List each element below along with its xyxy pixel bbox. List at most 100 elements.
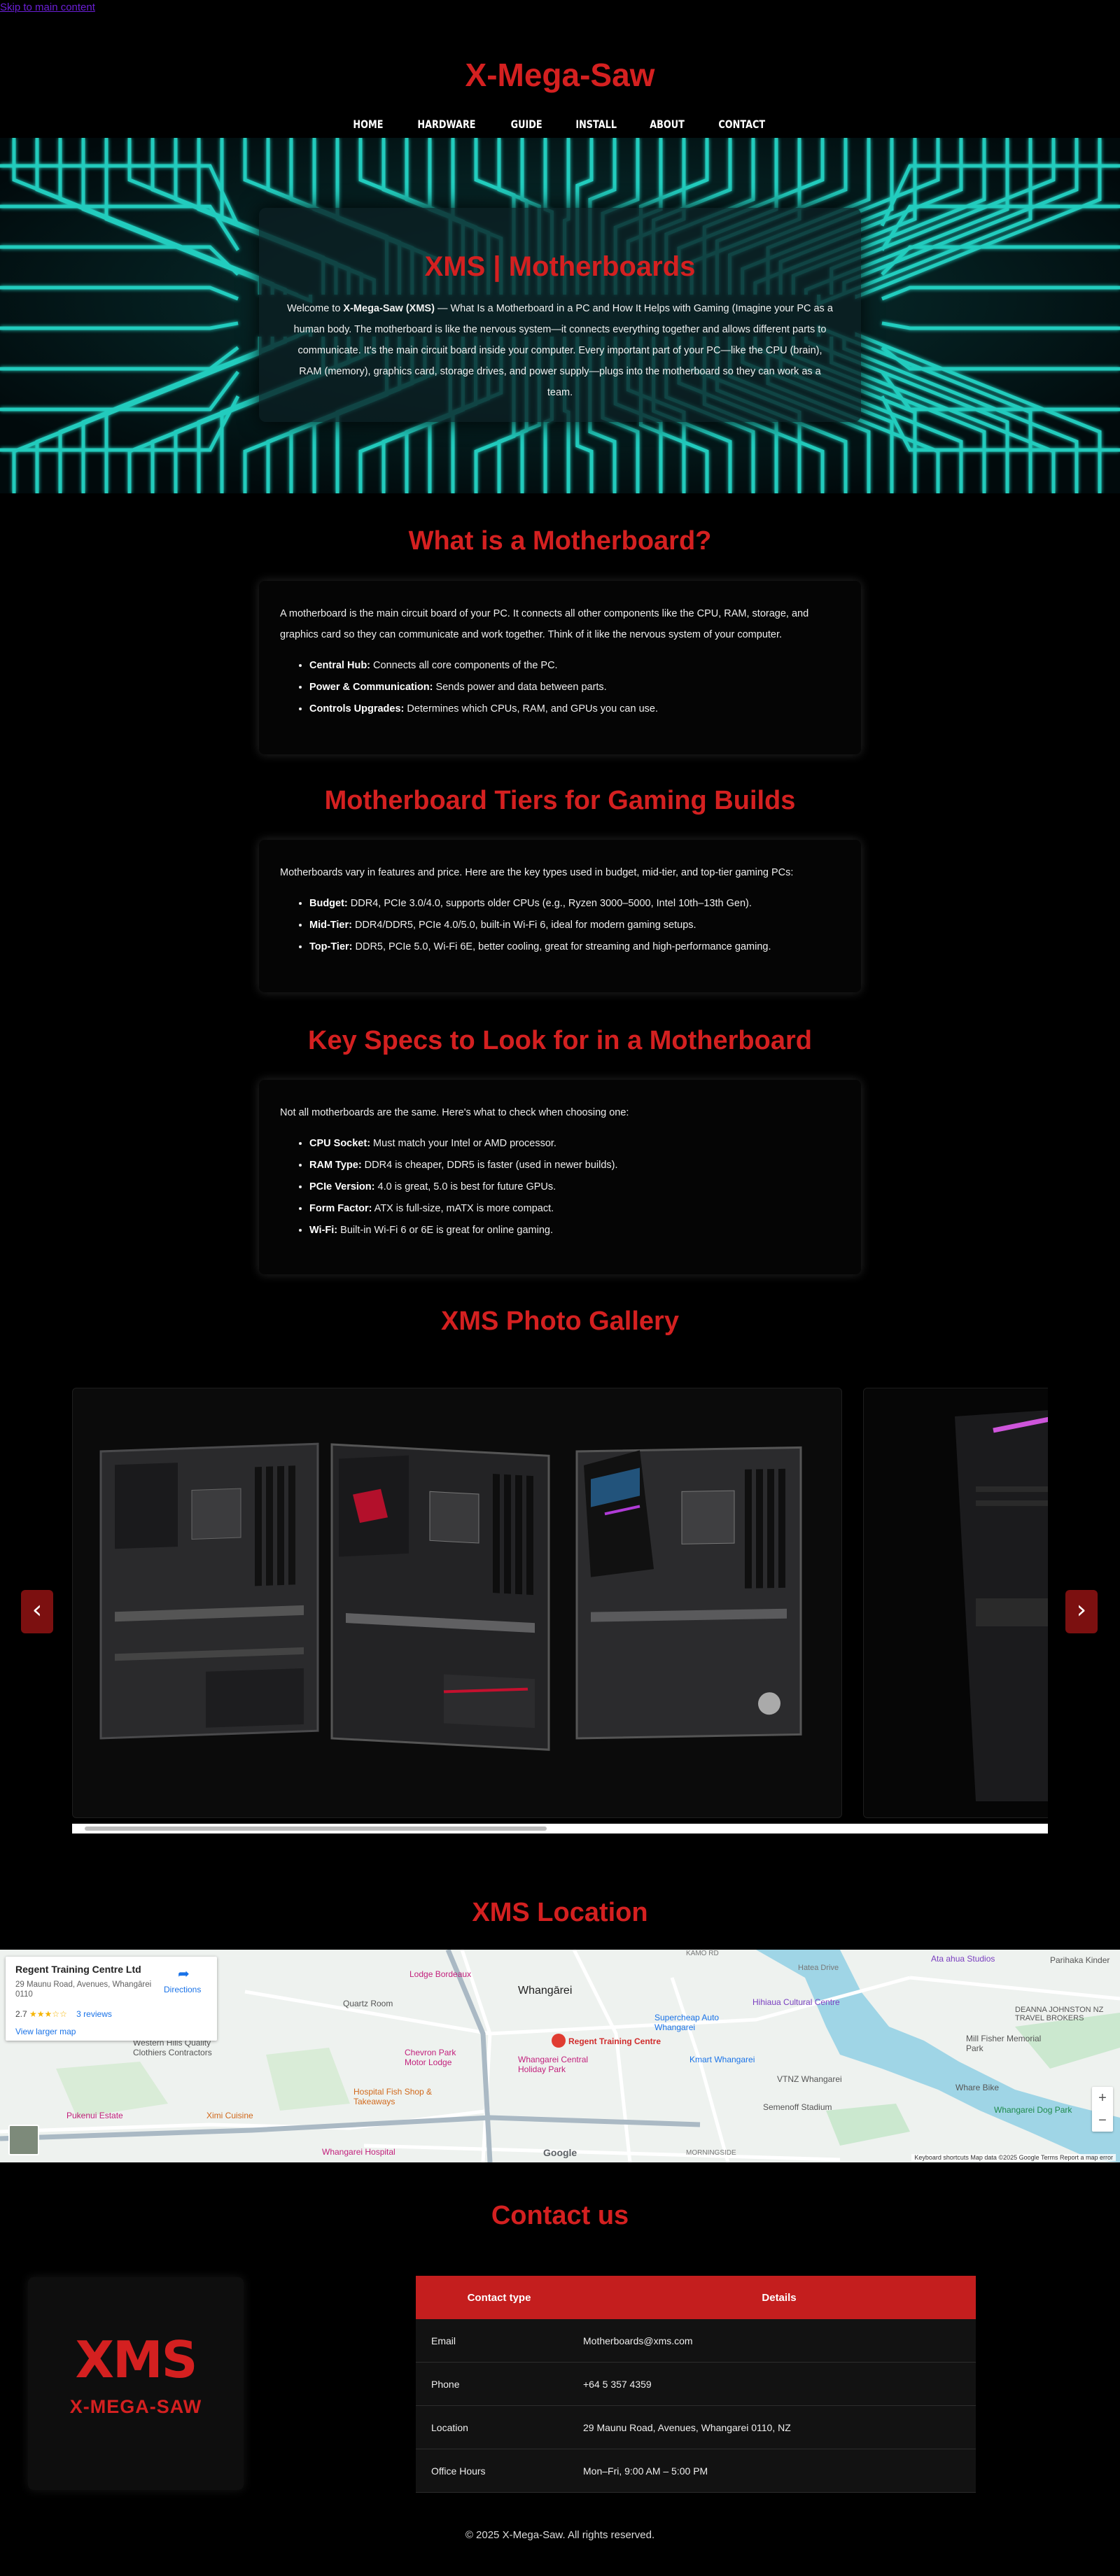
satellite-toggle[interactable] xyxy=(8,2125,39,2155)
map-label: Whangarei Dog Park xyxy=(994,2105,1072,2115)
list-item: Form Factor: ATX is full-size, mATX is m… xyxy=(309,1198,840,1220)
directions-link[interactable]: Directions xyxy=(164,1985,201,1994)
logo-panel: XMS X-MEGA-SAW xyxy=(28,2277,244,2490)
table-row: Location 29 Maunu Road, Avenues, Whangare… xyxy=(416,2405,976,2449)
section-specs-card: Not all motherboards are the same. Here'… xyxy=(259,1080,861,1274)
place-rating: 2.7 ★★★☆☆ 3 reviews xyxy=(15,2009,112,2019)
map-label: Chevron Park Motor Lodge xyxy=(405,2048,456,2067)
list-item: Power & Communication: Sends power and d… xyxy=(309,677,840,698)
contact-detail: 29 Maunu Road, Avenues, Whangarei 0110, … xyxy=(582,2405,976,2449)
section-what-title: What is a Motherboard? xyxy=(408,526,712,556)
section-tiers-list: Budget: DDR4, PCIe 3.0/4.0, supports old… xyxy=(280,893,840,958)
hero-banner: XMS | Motherboards Welcome to X-Mega-Saw… xyxy=(0,138,1120,493)
section-specs-text: Not all motherboards are the same. Here'… xyxy=(280,1107,629,1118)
section-what-list: Central Hub: Connects all core component… xyxy=(280,655,840,720)
google-logo: Google xyxy=(543,2147,578,2158)
list-item: Controls Upgrades: Determines which CPUs… xyxy=(309,698,840,720)
larger-map-link[interactable]: View larger map xyxy=(15,2027,76,2036)
photo-gallery[interactable] xyxy=(72,1388,1048,1825)
map-label: Hihiaua Cultural Centre xyxy=(752,1997,840,2007)
contact-table: Contact type Details Email Motherboards@x… xyxy=(416,2276,976,2493)
section-what-card: A motherboard is the main circuit board … xyxy=(259,581,861,754)
section-what-text: A motherboard is the main circuit board … xyxy=(280,608,809,640)
zoom-controls: + − xyxy=(1092,2087,1113,2132)
list-item: Wi-Fi: Built-in Wi-Fi 6 or 6E is great f… xyxy=(309,1220,840,1241)
site-title: X-Mega-Saw xyxy=(465,57,655,93)
hero-title: XMS | Motherboards xyxy=(424,251,696,282)
scrollbar-thumb[interactable] xyxy=(85,1827,547,1831)
map-label: Whangarei Central Holiday Park xyxy=(518,2055,589,2074)
section-specs-title: Key Specs to Look for in a Motherboard xyxy=(308,1026,812,1055)
map-label: Supercheap Auto Whangarei xyxy=(654,2013,720,2032)
footer-copyright: © 2025 X-Mega-Saw. All rights reserved. xyxy=(465,2529,655,2541)
gallery-title: XMS Photo Gallery xyxy=(441,1307,679,1336)
map-label-city: Whangārei xyxy=(518,1985,573,1997)
nav-install[interactable]: INSTALL xyxy=(575,118,617,131)
gallery-next-button[interactable]: › xyxy=(1065,1590,1098,1633)
contact-detail[interactable]: Motherboards@xms.com xyxy=(582,2319,976,2363)
section-tiers-title: Motherboard Tiers for Gaming Builds xyxy=(324,786,796,815)
map-label: Lodge Bordeaux xyxy=(410,1969,472,1979)
map-label: Parihaka Kinder xyxy=(1050,1955,1110,1965)
map-label: Quartz Room xyxy=(343,1999,393,2008)
table-row: Office Hours Mon–Fri, 9:00 AM – 5:00 PM xyxy=(416,2449,976,2493)
map-info-card: Regent Training Centre Ltd 29 Maunu Road… xyxy=(6,1957,217,2041)
location-title: XMS Location xyxy=(472,1898,648,1927)
contact-type: Phone xyxy=(416,2362,582,2406)
contact-detail[interactable]: +64 5 357 4359 xyxy=(582,2362,976,2406)
contact-type: Email xyxy=(416,2319,582,2363)
list-item: Central Hub: Connects all core component… xyxy=(309,655,840,677)
list-item: PCIe Version: 4.0 is great, 5.0 is best … xyxy=(309,1176,840,1198)
directions-icon[interactable]: ➦ xyxy=(178,1965,190,1983)
zoom-out-button[interactable]: − xyxy=(1092,2109,1113,2132)
reviews-link[interactable]: 3 reviews xyxy=(76,2009,112,2019)
list-item: Mid-Tier: DDR4/DDR5, PCIe 4.0/5.0, built… xyxy=(309,915,840,936)
contact-title: Contact us xyxy=(491,2201,629,2230)
list-item: CPU Socket: Must match your Intel or AMD… xyxy=(309,1133,840,1155)
nav-home[interactable]: HOME xyxy=(353,118,383,131)
list-item: Top-Tier: DDR5, PCIe 5.0, Wi-Fi 6E, bett… xyxy=(309,936,840,958)
gallery-image[interactable] xyxy=(863,1388,1048,1818)
place-address: 29 Maunu Road, Avenues, Whangārei 0110 xyxy=(15,1980,152,1999)
table-row: Phone +64 5 357 4359 xyxy=(416,2362,976,2406)
section-specs-list: CPU Socket: Must match your Intel or AMD… xyxy=(280,1133,840,1241)
map-label: Pukenui Estate xyxy=(66,2111,123,2120)
contact-type: Location xyxy=(416,2405,582,2449)
contact-type: Office Hours xyxy=(416,2449,582,2493)
map-marker xyxy=(552,2034,566,2048)
motherboard-photos xyxy=(99,1442,802,1751)
map-marker-label: Regent Training Centre xyxy=(568,2036,662,2046)
nav-contact[interactable]: CONTACT xyxy=(718,118,765,131)
place-name: Regent Training Centre Ltd xyxy=(15,1964,141,1975)
nav-hardware[interactable]: HARDWARE xyxy=(418,118,476,131)
gallery-scrollbar[interactable] xyxy=(72,1824,1048,1834)
list-item: Budget: DDR4, PCIe 3.0/4.0, supports old… xyxy=(309,893,840,915)
motherboard-photo-partial xyxy=(864,1388,1048,1817)
logo-text: X-MEGA-SAW xyxy=(69,2396,202,2417)
skip-link[interactable]: Skip to main content xyxy=(0,1,95,13)
map-label: Mill Fisher Memorial Park xyxy=(966,2034,1042,2053)
map-label: KAMO RD xyxy=(686,1950,719,1957)
map-label: Whangarei Hospital xyxy=(322,2147,396,2157)
section-tiers-card: Motherboards vary in features and price.… xyxy=(259,840,861,992)
hero-card: XMS | Motherboards Welcome to X-Mega-Saw… xyxy=(259,208,861,422)
map-label: DEANNA JOHNSTON NZ TRAVEL BROKERS xyxy=(1015,2006,1104,2022)
nav-about[interactable]: ABOUT xyxy=(650,118,685,131)
hero-brand: X-Mega-Saw (XMS) xyxy=(343,303,435,314)
xms-logo: XMS xyxy=(75,2330,197,2389)
map-label: Semenoff Stadium xyxy=(763,2102,832,2112)
main-nav: HOME HARDWARE GUIDE INSTALL ABOUT CONTAC… xyxy=(0,118,1120,131)
gallery-image[interactable] xyxy=(72,1388,842,1818)
map-label: VTNZ Whangarei xyxy=(777,2074,842,2084)
table-row: Email Motherboards@xms.com xyxy=(416,2319,976,2363)
zoom-in-button[interactable]: + xyxy=(1092,2087,1113,2109)
gallery-prev-button[interactable]: ‹ xyxy=(21,1590,53,1633)
nav-guide[interactable]: GUIDE xyxy=(511,118,542,131)
map-label: MORNINGSIDE xyxy=(686,2149,736,2157)
contact-detail: Mon–Fri, 9:00 AM – 5:00 PM xyxy=(582,2449,976,2493)
map-label: Ata ahua Studios xyxy=(931,1954,995,1964)
map-label: Kmart Whangarei xyxy=(690,2055,755,2064)
table-header: Contact type xyxy=(416,2276,582,2319)
rating-stars-icon: ★★★☆☆ xyxy=(29,2009,67,2019)
location-map[interactable]: Regent Training Centre Whangārei Lodge B… xyxy=(0,1950,1120,2162)
